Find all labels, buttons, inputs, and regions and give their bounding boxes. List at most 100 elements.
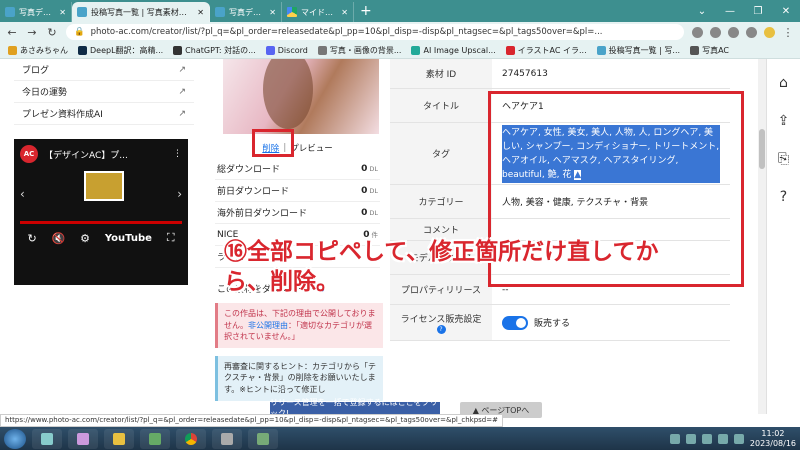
sell-toggle[interactable] (502, 315, 528, 330)
scrollbar-thumb[interactable] (759, 129, 765, 169)
photoac-favicon-icon (5, 7, 15, 17)
maximize-icon[interactable]: ❐ (744, 0, 772, 22)
clock[interactable]: 11:02 2023/08/16 (750, 429, 796, 449)
video-progress-bar[interactable] (20, 221, 182, 224)
row-key: モデルリリース (390, 241, 492, 274)
star-icon[interactable] (710, 26, 721, 38)
sidebar-item-fortune[interactable]: 今日の運勢 ↗ (14, 81, 194, 103)
bookmark-label: ChatGPT: 対話の... (185, 45, 256, 55)
row-comment: コメント (390, 219, 730, 241)
reload-icon[interactable]: ↻ (46, 26, 58, 39)
menu-icon[interactable]: ⋮ (782, 26, 794, 39)
bookmark-item[interactable]: イラストAC イラ... (505, 45, 587, 56)
row-key: カテゴリー (390, 185, 492, 218)
mute-icon[interactable]: 🔇 (52, 232, 66, 245)
bookmark-favicon-icon (690, 45, 700, 55)
upload-icon[interactable]: ⇪ (778, 113, 790, 129)
preview-link[interactable]: プレビュー (290, 142, 333, 154)
window-controls: ⌄ — ❐ ✕ (688, 0, 800, 22)
stat-label: 前日ダウンロード (217, 187, 290, 197)
close-icon[interactable]: ✕ (269, 8, 276, 17)
fullscreen-icon[interactable]: ⛶ (167, 231, 175, 245)
bookmark-item[interactable]: Discord (265, 45, 308, 55)
tray-icon[interactable] (685, 433, 696, 444)
youtube-logo[interactable]: YouTube (105, 233, 152, 244)
taskbar-chrome[interactable] (176, 428, 206, 449)
taskbar-app[interactable] (212, 428, 242, 449)
share-icon[interactable] (692, 26, 703, 38)
stat-value: 0 (361, 185, 368, 196)
row-key: ライセンス販売設定 (400, 314, 482, 325)
taskbar-app[interactable] (68, 428, 98, 449)
forward-icon[interactable]: → (26, 26, 38, 39)
volume-icon[interactable] (717, 433, 728, 444)
row-property-release: プロパティリリース -- (390, 275, 730, 305)
tray-icon[interactable] (669, 433, 680, 444)
notes-icon (113, 432, 125, 445)
taskbar-app[interactable] (104, 428, 134, 449)
app-icon (257, 432, 269, 445)
new-tab-button[interactable]: + (354, 2, 378, 22)
tab-4[interactable]: マイドライブ - Google ドライブ ✕ (282, 2, 354, 22)
ac-channel-logo[interactable]: AC (20, 145, 38, 163)
comment-value[interactable] (492, 219, 730, 240)
tab-2[interactable]: 投稿写真一覧 | 写真素材なら「 ✕ (72, 2, 210, 22)
start-button[interactable] (4, 428, 26, 449)
close-icon[interactable]: ✕ (341, 8, 348, 17)
help-icon[interactable]: ? (780, 189, 787, 205)
bookmark-favicon-icon (596, 45, 606, 55)
settings-icon[interactable]: ⚙ (80, 232, 90, 245)
unpublished-reason-link[interactable]: 非公開理由 (248, 321, 288, 330)
bookmark-item[interactable]: ChatGPT: 対話の... (173, 45, 256, 56)
bookmark-item[interactable]: 投稿写真一覧 | 写... (596, 45, 680, 56)
chevron-left-icon[interactable]: ‹ (20, 187, 25, 201)
delete-link[interactable]: 削除 (262, 142, 279, 154)
download-label: この素材をダウンロード (217, 285, 317, 295)
bookmark-item[interactable]: 写真・画像の背景... (317, 45, 401, 56)
collapse-icon[interactable]: ▲ (574, 169, 582, 180)
stat-unit: DL (369, 164, 378, 173)
sidebar-item-presentation-ai[interactable]: プレゼン資料作成AI ↗ (14, 103, 194, 125)
close-icon[interactable]: ✕ (59, 8, 66, 17)
youtube-embed[interactable]: AC 【デザインAC】プ... ⋮ ‹ › ↻ 🔇 ⚙ YouTube ⛶ (14, 139, 188, 285)
sidebar-item-blog[interactable]: ブログ ↗ (14, 59, 194, 81)
more-options-icon[interactable]: ⋮ (173, 149, 182, 159)
taskbar-app[interactable] (32, 428, 62, 449)
url-field[interactable]: 🔒 photo-ac.com/creator/list/?pl_q=&pl_ord… (66, 24, 684, 40)
extension-icon[interactable] (728, 26, 739, 38)
video-title[interactable]: 【デザインAC】プ... (44, 148, 167, 161)
row-license-sales: ライセンス販売設定? 販売する (390, 305, 730, 341)
tray-icon[interactable] (701, 433, 712, 444)
category-value[interactable]: 人物, 美容・健康, テクスチャ・背景 (492, 185, 730, 218)
taskbar-app[interactable] (140, 428, 170, 449)
network-icon[interactable] (733, 433, 744, 444)
translate-icon[interactable]: ⎘ (778, 151, 789, 167)
tab-1[interactable]: 写真データ編集 | 写真素材ならフ ✕ (0, 2, 72, 22)
tab-label: 投稿写真一覧 | 写真素材なら「 (91, 7, 194, 17)
bookmark-item[interactable]: AI Image Upscal... (411, 45, 496, 55)
puzzle-icon[interactable] (746, 26, 757, 38)
close-icon[interactable]: ✕ (197, 8, 204, 17)
tab-3[interactable]: 写真データ編集 | 写真素材なら ✕ (210, 2, 282, 22)
home-icon[interactable]: ⌂ (779, 75, 788, 91)
minimize-icon[interactable]: — (716, 0, 744, 22)
page-scrollbar[interactable] (758, 59, 766, 414)
tags-cell[interactable]: ヘアケア, 女性, 美女, 美人, 人物, 人, ロングヘア, 美しい, シャン… (492, 123, 730, 184)
back-icon[interactable]: ← (6, 26, 18, 39)
stat-unit: DL (369, 186, 378, 195)
title-value[interactable]: ヘアケア1 (492, 89, 730, 122)
taskbar-app[interactable] (248, 428, 278, 449)
row-tags: タグ ヘアケア, 女性, 美女, 美人, 人物, 人, ロングヘア, 美しい, シ… (390, 123, 730, 185)
replay-icon[interactable]: ↻ (27, 232, 36, 245)
bookmark-item[interactable]: あさみちゃん (8, 45, 68, 56)
bookmark-item[interactable]: 写真AC (690, 45, 729, 56)
chevron-down-icon[interactable]: ⌄ (688, 0, 716, 22)
download-this-photo-link[interactable]: この素材をダウンロード ▼ (215, 282, 380, 295)
close-window-icon[interactable]: ✕ (772, 0, 800, 22)
release-banner[interactable]: リリース管理を一括で登録するにはここをクリック! (270, 398, 440, 418)
stat-total-downloads: 総ダウンロード 0 DL (215, 158, 380, 180)
chevron-right-icon[interactable]: › (177, 187, 182, 201)
profile-avatar-icon[interactable] (764, 26, 775, 38)
bookmark-item[interactable]: DeepL翻訳：高精... (78, 45, 163, 56)
help-icon[interactable]: ? (436, 324, 446, 334)
